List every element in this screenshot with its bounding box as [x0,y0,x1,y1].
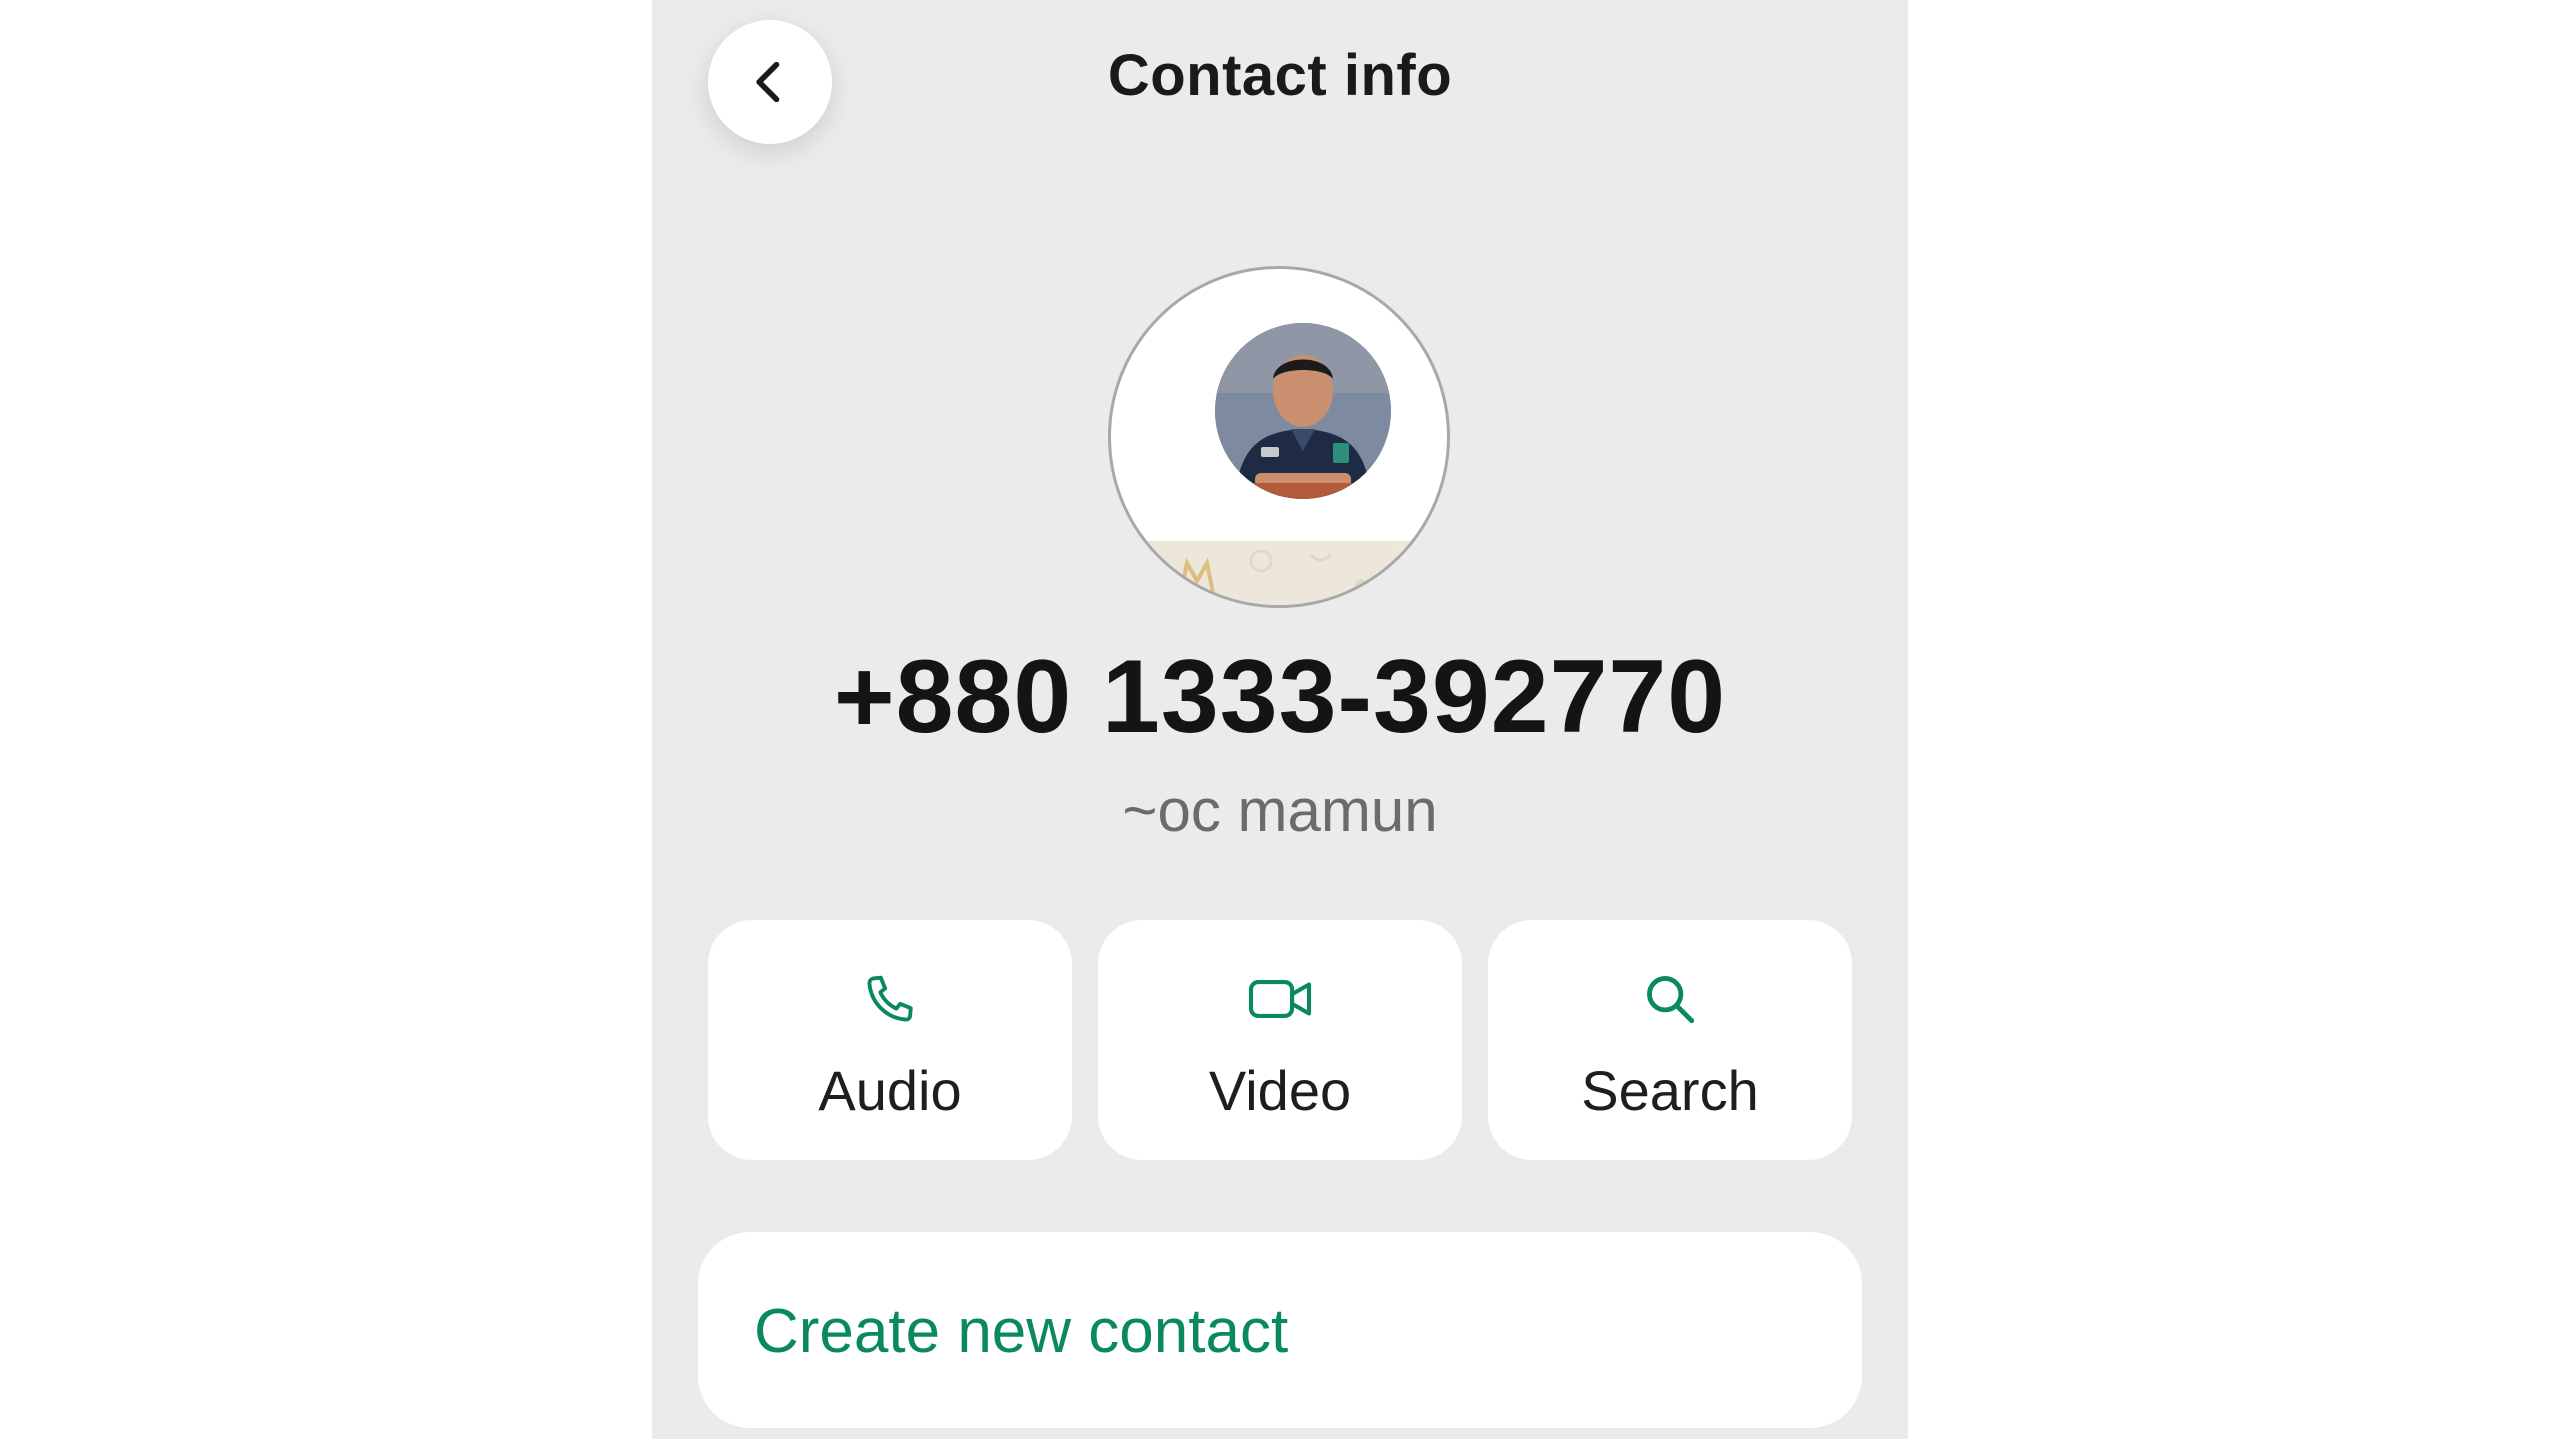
create-new-contact-button[interactable]: Create new contact [698,1232,1862,1428]
audio-call-button[interactable]: Audio [708,920,1072,1160]
video-camera-icon [1248,980,1312,1018]
search-button[interactable]: Search [1488,920,1852,1160]
avatar[interactable] [1108,266,1450,608]
search-label: Search [1581,1059,1759,1122]
contact-info-screen: Contact info +880 1333-392770 ~oc mamun … [652,0,1908,1439]
video-call-button[interactable]: Video [1098,920,1462,1160]
video-label: Video [1208,1059,1352,1122]
profile-photo [1215,323,1391,499]
contact-phone-number: +880 1333-392770 [833,639,1727,755]
audio-label: Audio [818,1059,962,1122]
search-icon [1647,976,1695,1024]
phone-icon [867,975,913,1022]
page-title: Contact info [1107,43,1453,108]
avatar-background-pattern [1111,541,1447,605]
create-new-contact-label: Create new contact [754,1297,1289,1366]
contact-push-name: ~oc mamun [1122,777,1438,844]
